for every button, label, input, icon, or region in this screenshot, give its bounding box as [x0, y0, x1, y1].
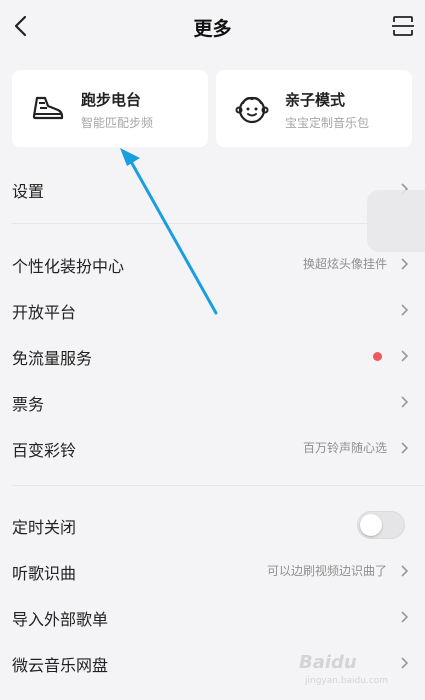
chevron-right-icon: [401, 396, 409, 408]
toggle-knob: [360, 514, 382, 536]
chevron-right-icon: [401, 565, 409, 577]
watermark-subtext: jingyan.baidu.com: [305, 676, 389, 686]
chevron-right-icon: [401, 350, 409, 362]
song-recognition-row[interactable]: 听歌识曲 可以边刷视频边识曲了: [0, 548, 425, 594]
row-label: 个性化装扮中心: [12, 257, 125, 276]
floating-assistive-button[interactable]: [367, 190, 425, 252]
card-subtitle: 宝宝定制音乐包: [285, 116, 370, 130]
watermark-logo: Baidu jingyan.baidu.com: [295, 644, 415, 692]
row-hint: 换超炫头像挂件: [302, 257, 387, 271]
baby-face-icon: [235, 96, 269, 124]
personalization-center-row[interactable]: 个性化装扮中心 换超炫头像挂件: [0, 241, 425, 287]
divider: [12, 485, 425, 486]
card-title: 亲子模式: [285, 91, 346, 109]
scan-icon[interactable]: [391, 14, 415, 38]
row-label: 定时关闭: [12, 518, 77, 537]
ringtone-row[interactable]: 百变彩铃 百万铃声随心选: [0, 425, 425, 471]
watermark-text: Baidu: [299, 652, 357, 673]
row-label: 免流量服务: [12, 349, 93, 368]
row-label: 票务: [12, 395, 45, 414]
chevron-right-icon: [401, 258, 409, 270]
row-label: 导入外部歌单: [12, 610, 109, 629]
running-radio-card[interactable]: 跑步电台 智能匹配步频: [12, 70, 208, 147]
row-label: 开放平台: [12, 303, 77, 322]
row-hint: 百万铃声随心选: [302, 441, 387, 455]
sleep-timer-row: 定时关闭: [0, 502, 425, 548]
parent-child-mode-card[interactable]: 亲子模式 宝宝定制音乐包: [216, 70, 412, 147]
settings-row[interactable]: 设置: [0, 166, 425, 212]
chevron-right-icon: [401, 304, 409, 316]
chevron-right-icon: [401, 611, 409, 623]
sleep-timer-toggle[interactable]: [357, 511, 405, 539]
chevron-right-icon: [401, 442, 409, 454]
card-title: 跑步电台: [81, 91, 142, 109]
running-shoe-icon: [32, 96, 64, 120]
tickets-row[interactable]: 票务: [0, 379, 425, 425]
open-platform-row[interactable]: 开放平台: [0, 287, 425, 333]
notification-dot: [373, 352, 382, 361]
divider: [12, 223, 425, 224]
settings-label: 设置: [12, 182, 45, 201]
import-playlist-row[interactable]: 导入外部歌单: [0, 594, 425, 640]
row-label: 听歌识曲: [12, 564, 77, 583]
free-data-service-row[interactable]: 免流量服务: [0, 333, 425, 379]
row-label: 微云音乐网盘: [12, 656, 109, 675]
row-label: 百变彩铃: [12, 441, 77, 460]
header-bar: 更多: [0, 0, 425, 52]
card-subtitle: 智能匹配步频: [81, 116, 154, 130]
page-title: 更多: [193, 18, 232, 40]
row-hint: 可以边刷视频边识曲了: [266, 564, 387, 578]
